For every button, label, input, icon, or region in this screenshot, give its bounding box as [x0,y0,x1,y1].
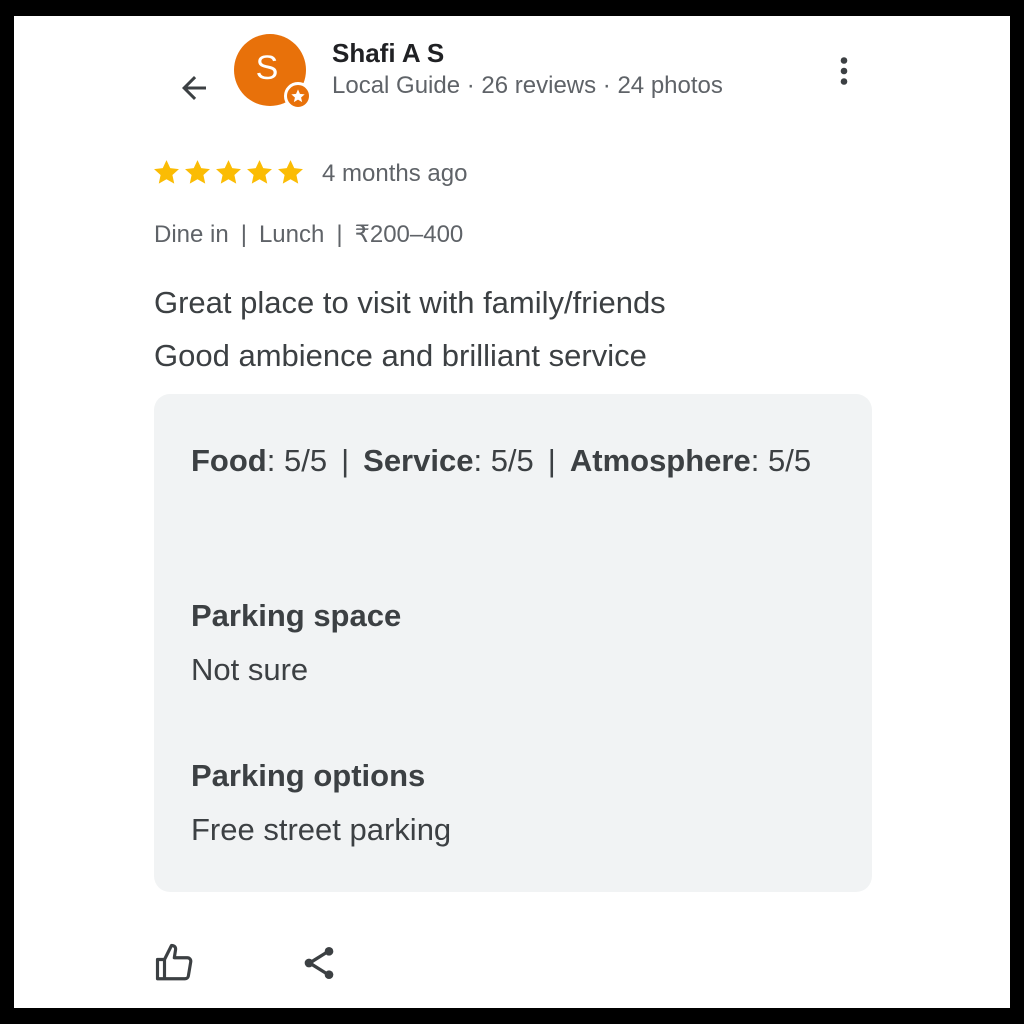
back-button[interactable] [164,64,224,112]
review-time: 4 months ago [322,160,468,187]
rating-separator: | [547,443,556,478]
reviewer-name[interactable]: Shafi A S [332,38,444,69]
review-text-line: Good ambience and brilliant service [154,338,647,373]
parking-space-label: Parking space [191,598,402,633]
star-icon [247,160,272,184]
like-button[interactable] [150,938,200,988]
star-icon [278,160,303,184]
thumbs-up-icon [155,943,193,981]
tag-separator: | [336,221,343,248]
frame-border [0,0,1024,3]
sub-ratings: Food: 5/5 | Service: 5/5 | Atmosphere: 5/5 [191,434,851,487]
parking-options-label: Parking options [191,758,426,793]
share-button[interactable] [294,938,344,988]
share-icon [304,947,334,979]
star-icon [154,160,179,184]
tag-separator: | [240,221,247,248]
local-guide-star-icon [284,82,312,110]
avatar-letter: S [255,48,279,87]
reviewer-meta: Local Guide · 26 reviews · 24 photos [332,72,723,99]
star-icon [185,160,210,184]
tag-dine-in: Dine in [154,221,229,248]
food-value: : 5/5 [266,443,328,478]
tag-lunch: Lunch [258,221,325,248]
arrow-left-icon [182,76,206,100]
reviewer-avatar[interactable]: S [234,34,312,110]
more-options-button[interactable] [824,46,864,96]
service-value: : 5/5 [473,443,534,478]
atmosphere-value: : 5/5 [750,443,812,478]
review-details-card: Food: 5/5 | Service: 5/5 | Atmosphere: 5/5 P… [154,394,872,892]
rating-separator: | [341,443,350,478]
star-icon [216,160,241,184]
tag-price: ₹200–400 [354,221,464,248]
star-rating [152,158,305,187]
atmosphere-label: Atmosphere [569,443,751,478]
food-label: Food [191,443,267,478]
review-tags: Dine in | Lunch | ₹200–400 [154,220,463,249]
review-text: Great place to visit with family/friends… [154,276,954,382]
more-vert-icon [840,57,848,85]
service-label: Service [363,443,474,478]
review-text-line: Great place to visit with family/friends [154,285,666,320]
parking-options-value: Free street parking [191,812,452,847]
parking-space-value: Not sure [191,652,309,687]
review-screen: S Shafi A S Local Guide · 26 reviews · 2… [14,16,1010,1008]
